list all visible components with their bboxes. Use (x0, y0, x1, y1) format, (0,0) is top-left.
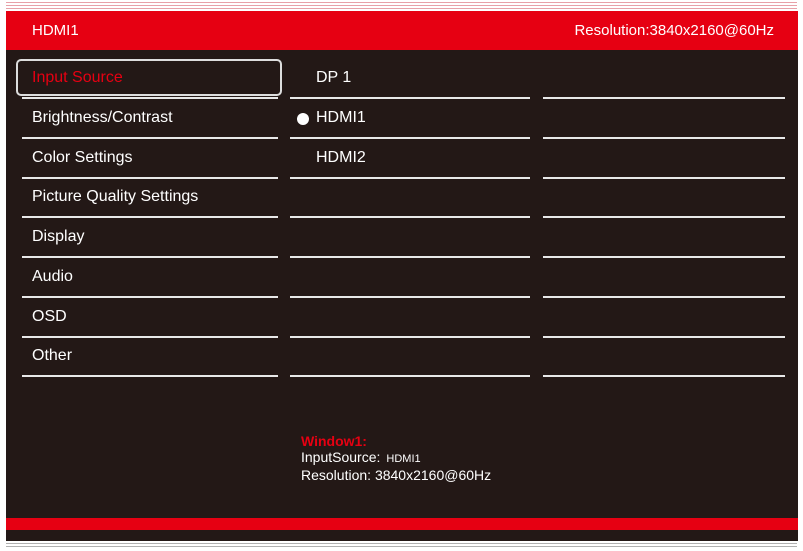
submenu-empty (290, 258, 530, 298)
window-title: Window1: (301, 433, 367, 449)
submenu-empty (290, 178, 530, 218)
input-source-value: HDMI1 (386, 453, 421, 465)
menu-label: Picture Quality Settings (32, 188, 199, 205)
menu-label: Input Source (32, 69, 123, 86)
option-empty (543, 178, 785, 218)
menu-item-input-source[interactable]: Input Source (22, 59, 278, 99)
window-info: Window1: InputSource: HDMI1 Resolution: 3… (301, 433, 491, 483)
menu-item-color-settings[interactable]: Color Settings (22, 139, 278, 179)
resolution-label: Resolution: (301, 467, 372, 483)
menu-item-other[interactable]: Other (22, 337, 278, 377)
menu-item-picture-quality[interactable]: Picture Quality Settings (22, 178, 278, 218)
submenu-item-hdmi2[interactable]: HDMI2 (290, 139, 530, 179)
menu-label: Color Settings (32, 149, 133, 166)
menu-label: Other (32, 347, 73, 364)
option-empty (543, 99, 785, 139)
current-source: HDMI1 (32, 22, 79, 39)
input-source-label: InputSource: (301, 449, 381, 465)
menu-label: OSD (32, 308, 67, 325)
selected-dot-icon (297, 113, 309, 125)
resolution-value: 3840x2160@60Hz (374, 467, 492, 483)
submenu-empty (290, 337, 530, 377)
submenu-empty (290, 218, 530, 258)
menu-item-display[interactable]: Display (22, 218, 278, 258)
frame-line (6, 5, 797, 6)
option-empty (543, 139, 785, 179)
current-resolution: Resolution:3840x2160@60Hz (574, 22, 774, 39)
frame-line (6, 8, 797, 9)
submenu-label: HDMI2 (316, 149, 366, 166)
menu-label: Display (32, 228, 85, 245)
option-empty (543, 218, 785, 258)
submenu-item-dp1[interactable]: DP 1 (290, 59, 530, 99)
submenu-label: DP 1 (316, 69, 352, 86)
frame-line (6, 2, 797, 3)
menu-item-brightness-contrast[interactable]: Brightness/Contrast (22, 99, 278, 139)
osd-header: HDMI1 Resolution:3840x2160@60Hz (6, 11, 798, 50)
menu-label: Audio (32, 268, 73, 285)
option-empty (543, 337, 785, 377)
option-empty (543, 59, 785, 99)
menu-label: Brightness/Contrast (32, 109, 173, 126)
footer-bar (6, 518, 798, 530)
option-empty (543, 298, 785, 338)
submenu-empty (290, 298, 530, 338)
osd-screen: HDMI1 Resolution:3840x2160@60Hz Input So… (6, 11, 798, 541)
menu-item-audio[interactable]: Audio (22, 258, 278, 298)
menu-item-osd[interactable]: OSD (22, 298, 278, 338)
option-empty (543, 258, 785, 298)
submenu-item-hdmi1[interactable]: HDMI1 (290, 99, 530, 139)
submenu-label: HDMI1 (316, 109, 366, 126)
frame-line (6, 543, 797, 544)
frame-line (6, 546, 797, 547)
